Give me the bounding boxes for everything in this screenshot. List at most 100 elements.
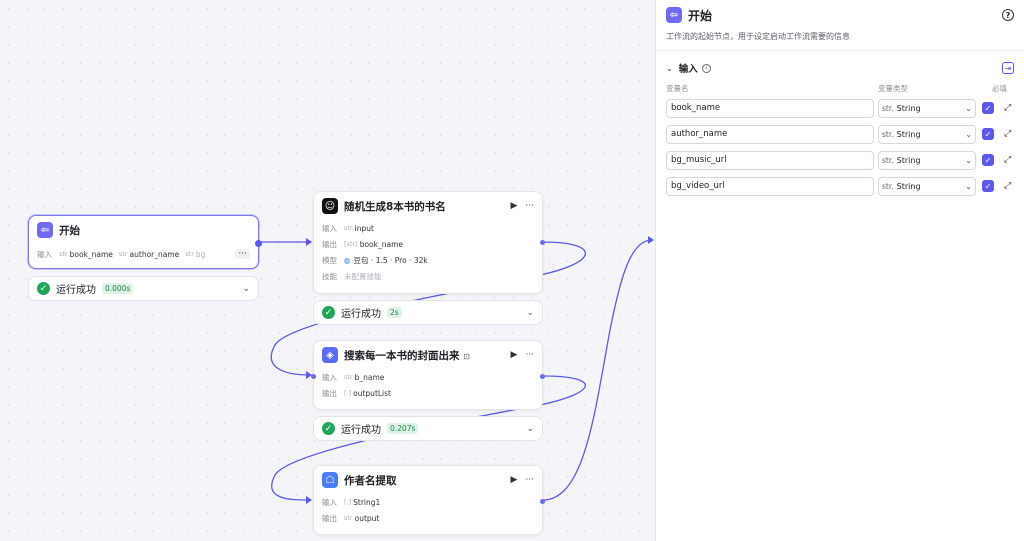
variable-type-select[interactable]: str. String ⌄ xyxy=(878,98,976,118)
param-tag: str bg xyxy=(185,249,206,259)
help-icon[interactable]: ? xyxy=(1002,9,1014,21)
output-tag: [ ] outputList xyxy=(344,388,391,398)
extract-node[interactable]: ☖ 作者名提取 ▶ ··· 输入 [ ] String1 输出 str output xyxy=(313,465,545,535)
extract-output-handle[interactable] xyxy=(540,499,545,504)
extract-node-title: 作者名提取 xyxy=(344,474,397,487)
required-checkbox[interactable]: ✓ xyxy=(982,128,994,140)
llm-output-handle[interactable] xyxy=(540,240,545,245)
divider xyxy=(656,50,1024,51)
model-label: 模型 xyxy=(322,255,337,265)
start-node[interactable]: ⇦ 开始 输入 str book_name str author_name str b… xyxy=(28,215,262,269)
expand-icon[interactable]: ⤢ xyxy=(1004,181,1011,191)
panel-description: 工作流的起始节点，用于设定启动工作流需要的信息 xyxy=(666,32,850,41)
variable-row: book_name str. String ⌄ ✓ ⤢ xyxy=(656,95,1024,121)
variable-type-select[interactable]: str. String ⌄ xyxy=(878,124,976,144)
output-label: 输出 xyxy=(322,513,337,523)
input-tag: str input xyxy=(344,223,374,233)
expand-icon[interactable]: ⤢ xyxy=(1004,155,1011,165)
start-node-title: 开始 xyxy=(59,224,80,237)
param-tag: str author_name xyxy=(118,249,180,259)
more-button[interactable]: ··· xyxy=(525,475,534,485)
variable-name-input[interactable]: author_name xyxy=(666,124,874,144)
status-text: 运行成功 xyxy=(341,309,381,320)
param-tag: str book_name xyxy=(59,249,113,259)
status-text: 运行成功 xyxy=(341,425,381,436)
login-arrow-icon: ⇦ xyxy=(37,222,53,238)
more-params-button[interactable]: ··· xyxy=(235,249,250,259)
model-tag: ◍ 豆包 · 1.5 · Pro · 32k xyxy=(344,255,428,265)
run-button[interactable]: ▶ xyxy=(510,475,517,485)
section-title: 输入 xyxy=(678,64,698,75)
login-arrow-icon: ⇦ xyxy=(666,7,682,23)
plugin-node-title: 搜索每一本书的封面出来 ⊡ xyxy=(344,349,470,362)
panel-title: 开始 xyxy=(688,8,713,23)
cube-icon: ◈ xyxy=(322,347,338,363)
llm-node[interactable]: ☺ 随机生成8本书的书名 ▶ ··· 输入 str input 输出 [str] b… xyxy=(313,191,545,294)
start-output-handle[interactable] xyxy=(255,240,262,247)
start-input-label: 输入 xyxy=(37,249,52,259)
start-status-bar[interactable]: ✓ 运行成功 0.000s ⌄ xyxy=(28,276,259,301)
chevron-down-icon: ⌄ xyxy=(965,103,972,113)
chevron-down-icon[interactable]: ⌄ xyxy=(526,308,534,318)
expand-icon[interactable]: ⤢ xyxy=(1004,129,1011,139)
bot-icon: ☺ xyxy=(322,198,338,214)
output-label: 输出 xyxy=(322,239,337,249)
plugin-status-bar[interactable]: ✓ 运行成功 0.207s ⌄ xyxy=(313,416,543,441)
status-text: 运行成功 xyxy=(56,285,96,296)
output-label: 输出 xyxy=(322,388,337,398)
required-checkbox[interactable]: ✓ xyxy=(982,180,994,192)
check-icon: ✓ xyxy=(37,282,50,295)
robot-icon: ☖ xyxy=(322,472,338,488)
check-icon: ✓ xyxy=(322,306,335,319)
status-time: 0.000s xyxy=(102,283,134,294)
plugin-node[interactable]: ◈ 搜索每一本书的封面出来 ⊡ ▶ ··· 输入 str b_name 输出 [ … xyxy=(311,340,545,410)
edit-icon: ⊡ xyxy=(463,351,470,361)
doubao-icon: ◍ xyxy=(344,255,351,265)
expand-icon[interactable]: ⤢ xyxy=(1004,103,1011,113)
input-label: 输入 xyxy=(322,497,337,507)
variable-row: author_name str. String ⌄ ✓ ⤢ xyxy=(656,121,1024,147)
status-time: 2s xyxy=(387,307,402,318)
output-tag: [str] book_name xyxy=(344,239,403,249)
input-label: 输入 xyxy=(322,223,337,233)
output-tag: str output xyxy=(344,513,380,523)
variable-name-input[interactable]: bg_video_url xyxy=(666,176,874,196)
required-checkbox[interactable]: ✓ xyxy=(982,154,994,166)
input-tag: [ ] String1 xyxy=(344,497,381,507)
input-tag: str b_name xyxy=(344,372,385,382)
variable-name-input[interactable]: book_name xyxy=(666,98,874,118)
column-headers: 变量名 变量类型 必填 xyxy=(656,81,1024,95)
llm-status-bar[interactable]: ✓ 运行成功 2s ⌄ xyxy=(313,300,543,325)
skill-label: 技能 xyxy=(322,271,337,281)
llm-node-title: 随机生成8本书的书名 xyxy=(344,200,446,213)
run-button[interactable]: ▶ xyxy=(510,201,517,211)
variable-type-select[interactable]: str. String ⌄ xyxy=(878,150,976,170)
col-type-header: 变量类型 xyxy=(878,83,908,93)
col-required-header: 必填 xyxy=(992,83,1007,93)
add-variable-icon[interactable]: ⇥ xyxy=(1002,62,1014,74)
skill-value: 未配置技能 xyxy=(344,271,382,281)
workflow-canvas[interactable]: ⇦ 开始 输入 str book_name str author_name str b… xyxy=(0,0,655,541)
variable-name-input[interactable]: bg_music_url xyxy=(666,150,874,170)
input-section-header[interactable]: ⌄ 输入 i ⇥ xyxy=(656,55,1024,81)
variable-row: bg_video_url str. String ⌄ ✓ ⤢ xyxy=(656,173,1024,199)
info-icon[interactable]: i xyxy=(701,63,711,73)
required-checkbox[interactable]: ✓ xyxy=(982,102,994,114)
more-button[interactable]: ··· xyxy=(525,201,534,211)
chevron-down-icon[interactable]: ⌄ xyxy=(526,424,534,434)
node-config-panel: ⇦ 开始 ? 工作流的起始节点，用于设定启动工作流需要的信息 ⌄ 输入 i ⇥ … xyxy=(655,0,1024,541)
check-icon: ✓ xyxy=(322,422,335,435)
chevron-down-icon[interactable]: ⌄ xyxy=(242,284,250,294)
variable-type-select[interactable]: str. String ⌄ xyxy=(878,176,976,196)
edge-code-panel xyxy=(542,239,653,501)
plugin-input-handle[interactable] xyxy=(311,374,316,379)
more-button[interactable]: ··· xyxy=(525,350,534,360)
plugin-output-handle[interactable] xyxy=(540,374,545,379)
input-label: 输入 xyxy=(322,372,337,382)
run-button[interactable]: ▶ xyxy=(510,350,517,360)
chevron-down-icon: ⌄ xyxy=(965,129,972,139)
chevron-down-icon[interactable]: ⌄ xyxy=(666,64,673,73)
col-name-header: 变量名 xyxy=(666,83,689,93)
status-time: 0.207s xyxy=(387,423,419,434)
variable-row: bg_music_url str. String ⌄ ✓ ⤢ xyxy=(656,147,1024,173)
